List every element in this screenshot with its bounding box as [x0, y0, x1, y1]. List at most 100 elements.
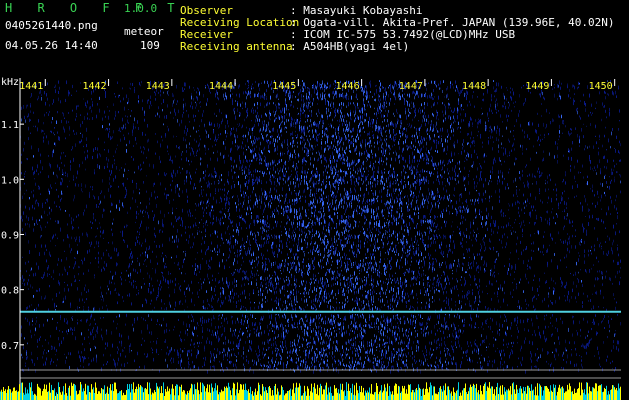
noise-pixel [182, 167, 183, 170]
noise-pixel [235, 328, 236, 332]
noise-pixel [325, 185, 326, 190]
noise-pixel [22, 219, 23, 222]
noise-pixel [318, 330, 319, 335]
noise-pixel [275, 164, 276, 167]
noise-pixel [316, 167, 317, 170]
noise-pixel [218, 188, 219, 192]
noise-pixel [76, 90, 77, 92]
noise-pixel [169, 294, 170, 298]
noise-pixel [141, 80, 142, 84]
noise-pixel [243, 147, 244, 150]
noise-pixel [320, 302, 321, 305]
noise-pixel [224, 348, 225, 353]
noise-pixel [305, 240, 306, 244]
noise-pixel [73, 175, 74, 179]
noise-pixel [206, 193, 207, 197]
noise-pixel [261, 308, 262, 310]
noise-pixel [250, 247, 251, 251]
noise-pixel [73, 129, 74, 133]
noise-pixel [257, 215, 258, 218]
noise-pixel [32, 216, 33, 221]
noise-pixel [293, 264, 294, 267]
noise-pixel [314, 88, 315, 93]
noise-pixel [88, 363, 89, 366]
noise-pixel [227, 120, 228, 122]
noise-pixel [327, 128, 328, 132]
noise-pixel [58, 80, 59, 84]
noise-pixel [301, 325, 302, 330]
noise-pixel [175, 283, 176, 285]
noise-pixel [261, 187, 262, 192]
noise-pixel [280, 154, 281, 158]
noise-pixel [204, 240, 205, 244]
noise-pixel [325, 333, 326, 337]
noise-pixel [147, 139, 148, 143]
noise-pixel [264, 159, 265, 162]
noise-pixel [104, 149, 105, 151]
noise-pixel [178, 109, 179, 114]
noise-pixel [306, 147, 307, 150]
noise-pixel [297, 145, 298, 148]
noise-pixel [286, 276, 287, 278]
noise-pixel [219, 220, 220, 225]
noise-pixel [230, 235, 231, 240]
noise-pixel [323, 285, 324, 289]
noise-pixel [71, 217, 72, 220]
noise-pixel [236, 284, 237, 287]
noise-pixel [227, 354, 228, 357]
noise-pixel [205, 85, 206, 87]
noise-pixel [225, 296, 226, 300]
noise-pixel [243, 201, 244, 205]
noise-pixel [67, 333, 68, 335]
noise-pixel [258, 178, 259, 182]
noise-pixel [271, 290, 272, 293]
noise-pixel [300, 142, 301, 145]
noise-pixel [263, 216, 264, 218]
noise-pixel [188, 114, 189, 118]
noise-pixel [49, 251, 50, 256]
noise-pixel [125, 115, 126, 117]
noise-pixel [280, 225, 281, 228]
noise-pixel [106, 292, 107, 295]
noise-pixel [262, 351, 263, 356]
noise-pixel [224, 160, 225, 164]
noise-pixel [79, 140, 80, 144]
noise-pixel [157, 337, 158, 339]
noise-pixel [285, 258, 286, 263]
noise-pixel [211, 297, 212, 302]
noise-pixel [215, 192, 216, 195]
noise-pixel [315, 279, 316, 281]
noise-pixel [190, 181, 191, 185]
noise-pixel [321, 154, 322, 158]
noise-pixel [325, 85, 326, 90]
noise-pixel [74, 257, 75, 259]
noise-pixel [148, 138, 149, 142]
noise-pixel [258, 256, 259, 259]
noise-pixel [129, 345, 130, 348]
noise-pixel [216, 115, 217, 117]
noise-pixel [251, 230, 252, 234]
noise-pixel [238, 125, 239, 127]
noise-pixel [280, 341, 281, 343]
noise-pixel [277, 255, 278, 258]
noise-pixel [225, 231, 226, 235]
noise-pixel [275, 103, 276, 107]
noise-pixel [197, 96, 198, 101]
noise-pixel [74, 194, 75, 199]
noise-pixel [48, 175, 49, 178]
noise-pixel [175, 189, 176, 194]
noise-pixel [268, 356, 269, 359]
noise-pixel [163, 224, 164, 228]
noise-pixel [315, 209, 316, 212]
noise-pixel [268, 340, 269, 345]
noise-pixel [218, 315, 219, 317]
noise-pixel [315, 333, 316, 337]
noise-pixel [239, 166, 240, 170]
noise-pixel [102, 117, 103, 121]
noise-pixel [119, 294, 120, 296]
noise-pixel [63, 297, 64, 300]
noise-pixel [313, 183, 314, 187]
noise-pixel [297, 343, 298, 346]
noise-pixel [191, 177, 192, 180]
noise-pixel [178, 216, 179, 221]
